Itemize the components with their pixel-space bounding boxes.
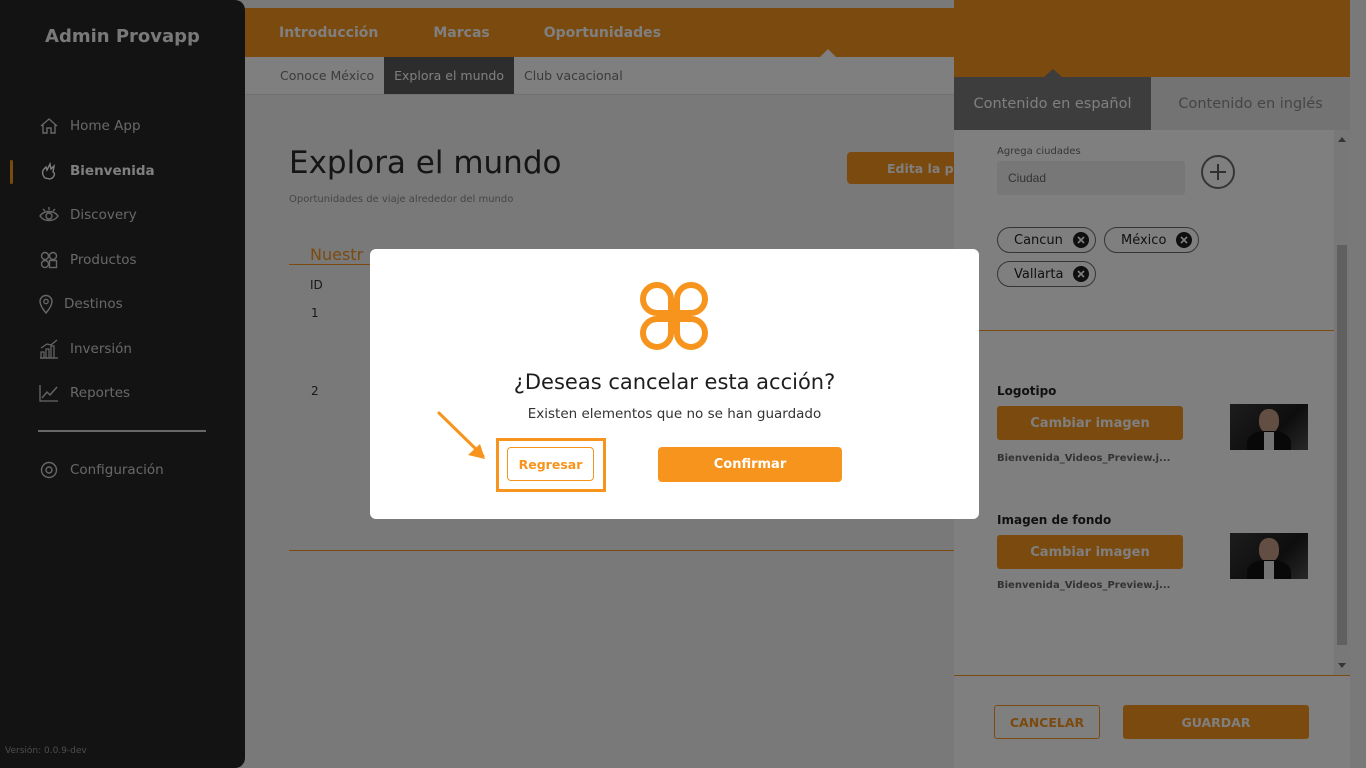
dialog-title: ¿Deseas cancelar esta acción? <box>513 370 836 394</box>
pointer-arrow-icon <box>437 411 485 459</box>
confirm-button[interactable]: Confirmar <box>658 447 842 482</box>
back-button[interactable]: Regresar <box>507 447 594 481</box>
confirm-cancel-dialog: ¿Deseas cancelar esta acción? Existen el… <box>370 249 979 519</box>
app-logo-icon <box>640 282 708 350</box>
